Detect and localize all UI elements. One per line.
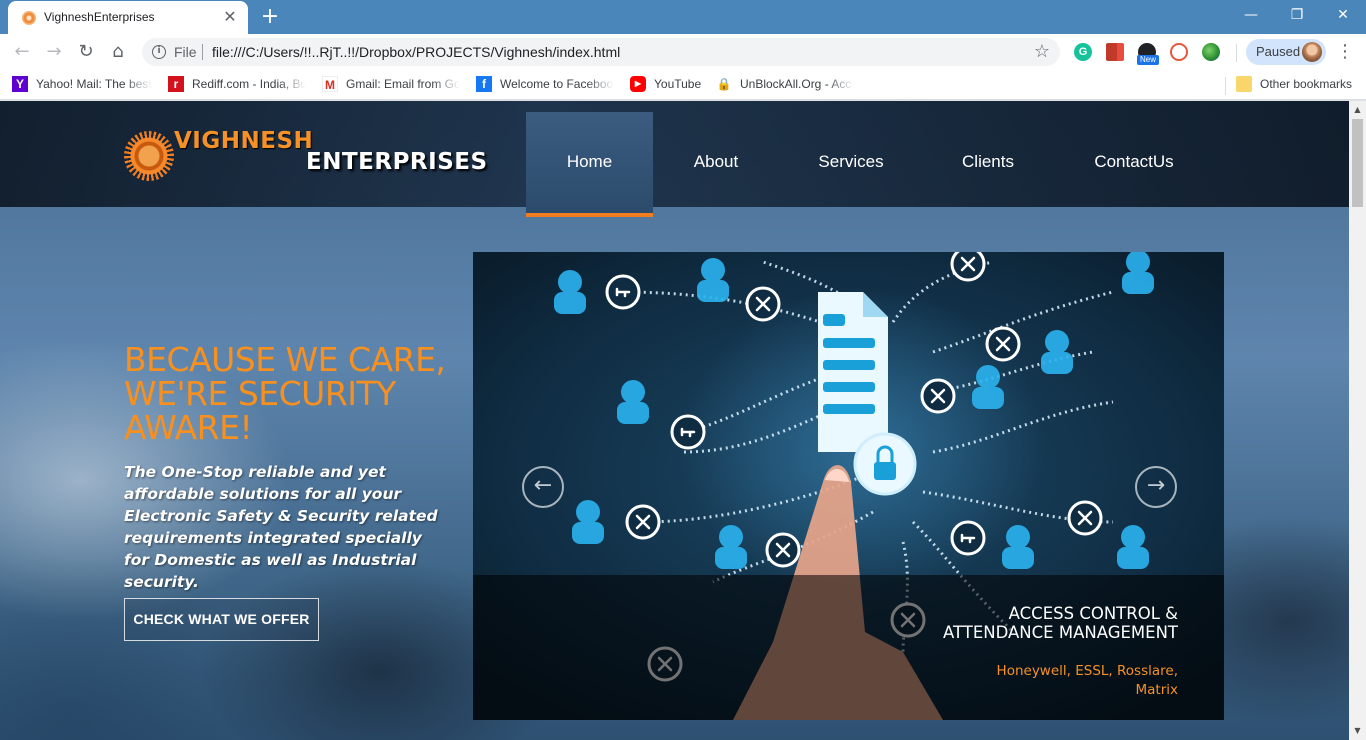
bookmark-label: Yahoo! Mail: The best bbox=[36, 77, 152, 91]
nav-home[interactable]: Home bbox=[526, 112, 653, 217]
logo-text-vighnesh[interactable]: VIGHNESH bbox=[174, 128, 313, 154]
address-scheme-label: File bbox=[174, 44, 197, 60]
avatar bbox=[1302, 42, 1322, 62]
bookmark-label: Rediff.com - India, Bu bbox=[192, 77, 306, 91]
profile-button[interactable]: Paused bbox=[1246, 39, 1326, 65]
book-extension-icon[interactable] bbox=[1106, 43, 1124, 61]
new-badge: New bbox=[1137, 55, 1159, 65]
bookmark-youtube[interactable]: ▶ YouTube bbox=[630, 76, 710, 94]
reload-button[interactable]: ↻ bbox=[74, 40, 98, 64]
globe-extension-icon[interactable] bbox=[1202, 43, 1220, 61]
scroll-thumb[interactable] bbox=[1352, 119, 1363, 207]
bookmarks-bar: Y Yahoo! Mail: The best r Rediff.com - Ind… bbox=[0, 70, 1366, 100]
rediff-icon: r bbox=[168, 76, 184, 92]
bookmark-label: Welcome to Faceboo bbox=[500, 77, 614, 91]
nav-contactus[interactable]: ContactUs bbox=[1076, 112, 1192, 217]
bookmarks-divider bbox=[1225, 77, 1226, 95]
site-info-icon[interactable]: i bbox=[152, 45, 166, 59]
address-bar[interactable]: i File file:///C:/Users/!!..RjT..!!/Drop… bbox=[142, 38, 1060, 66]
browser-tab[interactable]: VighneshEnterprises ✕ bbox=[8, 1, 248, 34]
window-minimize-button[interactable]: — bbox=[1228, 0, 1274, 30]
hero-subtitle: The One-Stop reliable and yet affordable… bbox=[124, 463, 438, 591]
nav-about-label: About bbox=[693, 152, 739, 171]
scroll-down-icon[interactable]: ▼ bbox=[1349, 726, 1366, 736]
tab-title: VighneshEnterprises bbox=[44, 10, 155, 24]
other-bookmarks-label: Other bookmarks bbox=[1260, 77, 1353, 91]
bookmark-gmail[interactable]: M Gmail: Email from Go bbox=[322, 76, 460, 94]
scroll-up-icon[interactable]: ▲ bbox=[1349, 105, 1366, 115]
bookmark-star-icon[interactable]: ☆ bbox=[1034, 41, 1050, 62]
tab-favicon-icon bbox=[22, 11, 36, 25]
page-viewport: VIGHNESH ENTERPRISES Home About Services… bbox=[0, 101, 1349, 740]
new-tab-button[interactable]: + bbox=[258, 5, 282, 29]
nav-clients[interactable]: Clients bbox=[943, 112, 1033, 217]
grammarly-extension-icon[interactable]: G bbox=[1074, 43, 1092, 61]
other-bookmarks-folder[interactable]: Other bookmarks bbox=[1236, 76, 1361, 94]
browser-titlebar: VighneshEnterprises ✕ + — ❐ ✕ bbox=[0, 0, 1366, 34]
home-button[interactable]: ⌂ bbox=[106, 40, 130, 64]
address-divider bbox=[202, 44, 203, 60]
youtube-icon: ▶ bbox=[630, 76, 646, 92]
image-slider: ACCESS CONTROL & ATTENDANCE MANAGEMENT H… bbox=[473, 252, 1224, 720]
window-close-button[interactable]: ✕ bbox=[1320, 0, 1366, 30]
logo-emblem-icon[interactable] bbox=[124, 131, 174, 181]
page-scrollbar[interactable]: ▲ ▼ bbox=[1349, 101, 1366, 740]
slider-next-arrow-icon[interactable]: → bbox=[1135, 466, 1177, 508]
bookmark-unblockall[interactable]: 🔒 UnBlockAll.Org - Acc bbox=[716, 76, 854, 94]
facebook-icon: f bbox=[476, 76, 492, 92]
bookmark-label: YouTube bbox=[654, 77, 702, 91]
bookmark-rediff[interactable]: r Rediff.com - India, Bu bbox=[168, 76, 306, 94]
nav-services-label: Services bbox=[818, 152, 884, 171]
slide-caption-title: ACCESS CONTROL & ATTENDANCE MANAGEMENT bbox=[942, 604, 1178, 642]
nav-about[interactable]: About bbox=[671, 112, 761, 217]
nav-services[interactable]: Services bbox=[801, 112, 901, 217]
yahoo-icon: Y bbox=[12, 76, 28, 92]
bookmark-yahoo-mail[interactable]: Y Yahoo! Mail: The best bbox=[12, 76, 152, 94]
nav-home-label: Home bbox=[566, 152, 613, 171]
hero-title: BECAUSE WE CARE, WE'RE SECURITY AWARE! bbox=[124, 340, 446, 447]
bookmark-label: Gmail: Email from Go bbox=[346, 77, 460, 91]
forward-button[interactable]: → bbox=[42, 40, 66, 64]
lock-icon: 🔒 bbox=[716, 77, 732, 91]
back-button[interactable]: ← bbox=[10, 40, 34, 64]
check-offer-button[interactable]: CHECK WHAT WE OFFER bbox=[124, 598, 319, 641]
slider-prev-arrow-icon[interactable]: ← bbox=[522, 466, 564, 508]
bookmark-label: UnBlockAll.Org - Acc bbox=[740, 77, 852, 91]
browser-menu-icon[interactable]: ⋮ bbox=[1336, 40, 1354, 64]
nav-clients-label: Clients bbox=[962, 152, 1014, 171]
gmail-icon: M bbox=[322, 76, 338, 92]
nav-contactus-label: ContactUs bbox=[1094, 152, 1174, 171]
window-restore-button[interactable]: ❐ bbox=[1274, 0, 1320, 30]
folder-icon bbox=[1236, 76, 1252, 92]
tab-close-icon[interactable]: ✕ bbox=[222, 9, 238, 25]
address-url[interactable]: file:///C:/Users/!!..RjT..!!/Dropbox/PRO… bbox=[212, 44, 620, 60]
block-extension-icon[interactable] bbox=[1170, 43, 1188, 61]
toolbar-divider bbox=[1236, 44, 1237, 62]
profile-status-label: Paused bbox=[1256, 44, 1301, 59]
slide-caption-subtitle: Honeywell, ESSL, Rosslare, Matrix bbox=[996, 663, 1178, 698]
logo-text-enterprises[interactable]: ENTERPRISES bbox=[306, 149, 488, 175]
bookmark-facebook[interactable]: f Welcome to Faceboo bbox=[476, 76, 614, 94]
browser-toolbar: ← → ↻ ⌂ i File file:///C:/Users/!!..RjT.… bbox=[0, 34, 1366, 70]
